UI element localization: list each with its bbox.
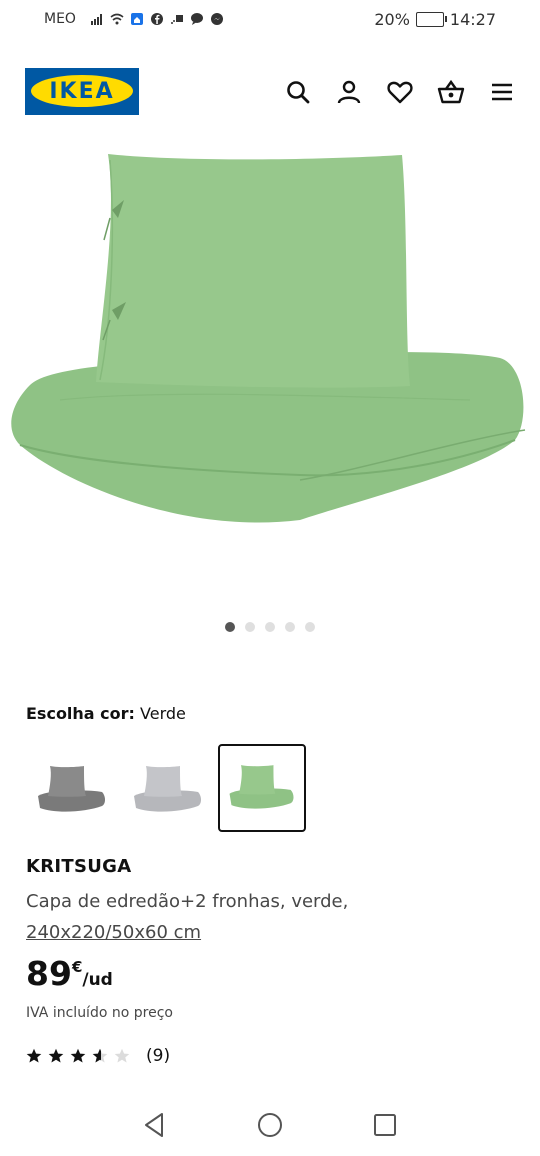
product-image[interactable] bbox=[0, 140, 540, 580]
logo-text: IKEA bbox=[49, 79, 115, 104]
vat-note: IVA incluído no preço bbox=[26, 1005, 173, 1021]
ikea-logo[interactable]: IKEA bbox=[25, 68, 139, 115]
back-icon[interactable] bbox=[140, 1110, 170, 1140]
review-count: (9) bbox=[146, 1046, 171, 1066]
chat-icon bbox=[190, 13, 203, 25]
wifi-icon bbox=[110, 13, 124, 25]
product-size-link[interactable]: 240x220/50x60 cm bbox=[26, 922, 201, 943]
clock: 14:27 bbox=[449, 10, 496, 29]
logo-oval: IKEA bbox=[31, 75, 133, 107]
status-left: MEO bbox=[44, 11, 224, 27]
carousel-dot[interactable] bbox=[305, 622, 315, 632]
home-notification-icon bbox=[130, 13, 143, 25]
color-choice-value: Verde bbox=[140, 704, 186, 723]
product-description-text: Capa de edredão+2 fronhas, verde, bbox=[26, 891, 349, 912]
product-name: KRITSUGA bbox=[26, 856, 132, 877]
cast-icon bbox=[170, 15, 183, 24]
swatch-light-grey[interactable] bbox=[122, 744, 210, 832]
color-swatches bbox=[26, 744, 314, 832]
price-currency: € bbox=[71, 958, 83, 976]
battery-percent: 20% bbox=[374, 10, 410, 29]
color-choice-title: Escolha cor: bbox=[26, 704, 135, 723]
color-choice-label: Escolha cor: Verde bbox=[26, 704, 186, 723]
star-full-icon bbox=[70, 1048, 86, 1063]
battery-icon bbox=[415, 12, 447, 27]
star-full-icon bbox=[48, 1048, 64, 1063]
basket-icon[interactable] bbox=[437, 78, 465, 106]
signal-icon bbox=[90, 14, 102, 25]
home-icon[interactable] bbox=[255, 1110, 285, 1140]
swatch-green[interactable] bbox=[218, 744, 306, 832]
product-price: 89 € /ud bbox=[26, 954, 113, 994]
carousel-dot[interactable] bbox=[245, 622, 255, 632]
carrier-label: MEO bbox=[44, 11, 76, 27]
carousel-dot[interactable] bbox=[285, 622, 295, 632]
star-empty-icon bbox=[114, 1048, 130, 1063]
heart-icon[interactable] bbox=[386, 78, 414, 106]
site-header: IKEA bbox=[0, 64, 540, 118]
menu-icon[interactable] bbox=[488, 78, 516, 106]
rating[interactable]: (9) bbox=[26, 1046, 170, 1066]
system-nav-bar bbox=[0, 1100, 540, 1156]
price-unit: /ud bbox=[82, 970, 113, 990]
status-bar: MEO 20% 14:27 bbox=[0, 0, 540, 40]
star-full-icon bbox=[26, 1048, 42, 1063]
price-integer: 89 bbox=[26, 954, 72, 993]
carousel-dot[interactable] bbox=[265, 622, 275, 632]
swatch-grey[interactable] bbox=[26, 744, 114, 832]
account-icon[interactable] bbox=[335, 78, 363, 106]
product-description: Capa de edredão+2 fronhas, verde, 240x22… bbox=[26, 886, 446, 948]
star-half-icon bbox=[92, 1048, 108, 1063]
carousel-dot[interactable] bbox=[225, 622, 235, 632]
messenger-icon bbox=[210, 13, 223, 25]
facebook-icon bbox=[150, 13, 163, 25]
search-icon[interactable] bbox=[284, 78, 312, 106]
carousel-dots bbox=[0, 622, 540, 632]
status-right: 20% 14:27 bbox=[374, 10, 496, 29]
recents-icon[interactable] bbox=[370, 1110, 400, 1140]
